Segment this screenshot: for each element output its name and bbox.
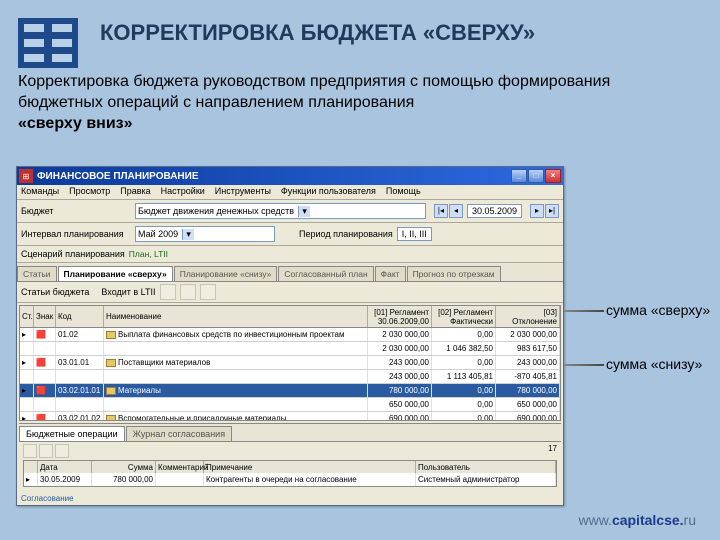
folder-icon xyxy=(106,359,116,367)
budget-row: Бюджет Бюджет движения денежных средств▾… xyxy=(17,200,563,223)
toolbar-btn-1[interactable] xyxy=(160,284,176,300)
app-icon: ⊞ xyxy=(19,169,33,183)
ops-row[interactable]: 30.05.2009 780 000,00 Контрагенты в очер… xyxy=(24,473,556,486)
callout-line-bot xyxy=(564,364,604,366)
tab-top[interactable]: Планирование «сверху» xyxy=(58,266,173,281)
table-row[interactable]: 243 000,001 113 405,81-870 405,81 xyxy=(20,370,560,384)
ops-panel: 17 Дата Сумма Комментарий Примечание Пол… xyxy=(19,441,561,490)
scenario-label: Сценарий планирования xyxy=(21,249,125,259)
row-pointer-icon xyxy=(22,414,26,420)
table-row[interactable]: 🟥03.02.01.02Вспомогательные и присадочны… xyxy=(20,412,560,420)
stat-label: Статьи бюджета xyxy=(21,287,89,297)
row-pointer-icon xyxy=(22,330,26,339)
callout-line-top xyxy=(564,310,604,312)
callout-top: сумма «сверху» xyxy=(606,302,710,318)
maximize-button[interactable]: □ xyxy=(528,169,544,183)
folder-icon xyxy=(106,415,116,421)
folder-icon xyxy=(106,387,116,395)
period-label: Период планирования xyxy=(299,229,393,239)
ops-col-date[interactable]: Дата xyxy=(38,461,92,473)
minimize-button[interactable]: _ xyxy=(511,169,527,183)
date-nav: |◂ ◂ xyxy=(434,204,463,218)
budget-label: Бюджет xyxy=(21,206,131,216)
date-field[interactable]: 30.05.2009 xyxy=(467,204,522,218)
ops-corr-v: 17 xyxy=(548,444,557,458)
table-row[interactable]: 🟥03.01.01Поставщики материалов243 000,00… xyxy=(20,356,560,370)
ops-btn-2[interactable] xyxy=(39,444,53,458)
row-pointer-icon xyxy=(22,386,26,395)
callout-bottom: сумма «снизу» xyxy=(606,356,702,372)
slide-logo xyxy=(18,18,78,68)
nav-last-button[interactable]: ▸| xyxy=(545,204,559,218)
col-02[interactable]: [02] Регламент Фактически xyxy=(432,306,496,327)
window-title: ФИНАНСОВОЕ ПЛАНИРОВАНИЕ xyxy=(37,171,511,182)
interval-label: Интервал планирования xyxy=(21,229,131,239)
status-link[interactable]: Согласование xyxy=(17,492,563,505)
scenario-row: Сценарий планирования План, LTII xyxy=(17,246,563,263)
chevron-down-icon: ▾ xyxy=(182,229,194,240)
col-03[interactable]: [03] Отклонение xyxy=(496,306,560,327)
toolbar-btn-2[interactable] xyxy=(180,284,196,300)
budget-combo[interactable]: Бюджет движения денежных средств▾ xyxy=(135,203,426,219)
table-row[interactable]: 🟥01.02Выплата финансовых средств по инве… xyxy=(20,328,560,342)
close-button[interactable]: × xyxy=(545,169,561,183)
row-pointer-icon xyxy=(26,475,30,484)
menu-edit[interactable]: Правка xyxy=(120,186,150,198)
ops-btn-3[interactable] xyxy=(55,444,69,458)
col-01[interactable]: [01] Регламент 30.06.2009,00 xyxy=(368,306,432,327)
ops-col-pol[interactable]: Пользователь xyxy=(416,461,556,473)
tab-stati[interactable]: Статьи xyxy=(17,266,57,281)
menu-commands[interactable]: Команды xyxy=(21,186,59,198)
period-field[interactable]: I, II, III xyxy=(397,227,432,241)
col-kod[interactable]: Код xyxy=(56,306,104,327)
ops-col-st[interactable] xyxy=(24,461,38,473)
ops-col-kom[interactable]: Комментарий xyxy=(156,461,204,473)
budget-grid: Ст. Знак Код Наименование [01] Регламент… xyxy=(19,305,561,421)
footer-url: www.capitalcse.ru xyxy=(578,512,696,528)
tab-fact[interactable]: Факт xyxy=(375,266,406,281)
tab-forecast[interactable]: Прогноз по отрезкам xyxy=(407,266,501,281)
nav-first-button[interactable]: |◂ xyxy=(434,204,448,218)
tab-bottom[interactable]: Планирование «снизу» xyxy=(174,266,278,281)
main-tabs: Статьи Планирование «сверху» Планировани… xyxy=(17,264,563,282)
menu-userfn[interactable]: Функции пользователя xyxy=(281,186,376,198)
folder-icon xyxy=(106,331,116,339)
interval-combo[interactable]: Май 2009▾ xyxy=(135,226,275,242)
ops-col-pr[interactable]: Примечание xyxy=(204,461,416,473)
nav-prev-button[interactable]: ◂ xyxy=(449,204,463,218)
ops-col-sum[interactable]: Сумма xyxy=(92,461,156,473)
menubar: Команды Просмотр Правка Настройки Инстру… xyxy=(17,185,563,200)
nav-next-button[interactable]: ▸ xyxy=(530,204,544,218)
bottom-tabs: Бюджетные операции Журнал согласования xyxy=(19,423,561,441)
table-row[interactable]: 2 030 000,001 046 382,50983 617,50 xyxy=(20,342,560,356)
slide-title: КОРРЕКТИРОВКА БЮДЖЕТА «СВЕРХУ» xyxy=(100,20,535,46)
menu-settings[interactable]: Настройки xyxy=(161,186,205,198)
menu-tools[interactable]: Инструменты xyxy=(215,186,271,198)
menu-help[interactable]: Помощь xyxy=(386,186,421,198)
vx-label: Входит в LTII xyxy=(101,287,155,297)
table-row[interactable]: 🟥03.02.01.01Материалы780 000,000,00780 0… xyxy=(20,384,560,398)
scenario-value: План, LTII xyxy=(129,249,168,259)
table-row[interactable]: 650 000,000,00650 000,00 xyxy=(20,398,560,412)
ops-btn-1[interactable] xyxy=(23,444,37,458)
col-status[interactable]: Ст. xyxy=(20,306,34,327)
chevron-down-icon: ▾ xyxy=(298,206,310,217)
col-name[interactable]: Наименование xyxy=(104,306,368,327)
app-window: ⊞ ФИНАНСОВОЕ ПЛАНИРОВАНИЕ _ □ × Команды … xyxy=(16,166,564,506)
interval-row: Интервал планирования Май 2009▾ Период п… xyxy=(17,223,563,246)
grid-toolbar: Статьи бюджета Входит в LTII xyxy=(17,282,563,303)
toolbar-btn-3[interactable] xyxy=(200,284,216,300)
titlebar[interactable]: ⊞ ФИНАНСОВОЕ ПЛАНИРОВАНИЕ _ □ × xyxy=(17,167,563,185)
col-znak[interactable]: Знак xyxy=(34,306,56,327)
slide-paragraph: Корректировка бюджета руководством предп… xyxy=(18,72,698,134)
row-pointer-icon xyxy=(22,358,26,367)
menu-view[interactable]: Просмотр xyxy=(69,186,110,198)
grid-header: Ст. Знак Код Наименование [01] Регламент… xyxy=(20,306,560,328)
tab-journal[interactable]: Журнал согласования xyxy=(126,426,232,441)
tab-agreed[interactable]: Согласованный план xyxy=(278,266,373,281)
tab-ops[interactable]: Бюджетные операции xyxy=(19,426,125,441)
